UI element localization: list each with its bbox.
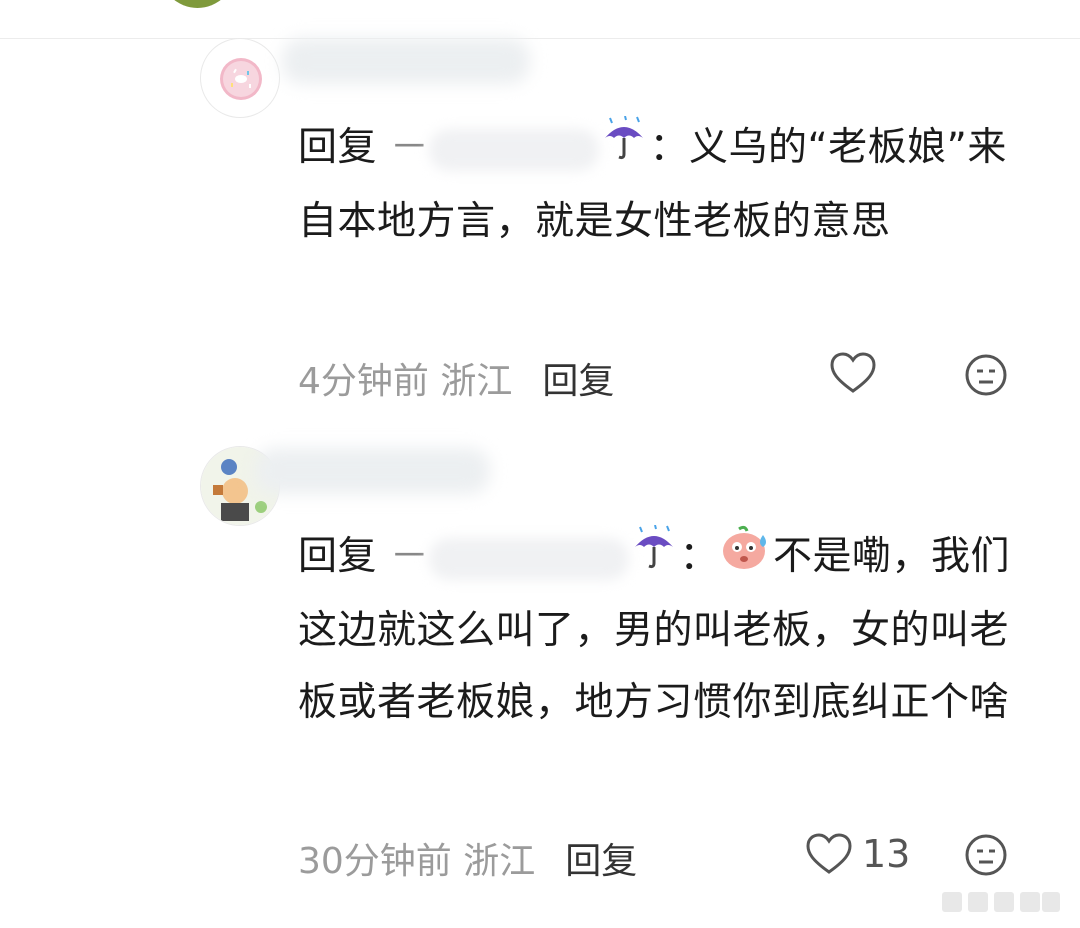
heart-outline-icon: [830, 352, 876, 393]
avatar[interactable]: [200, 38, 280, 118]
react-button[interactable]: [965, 834, 1007, 876]
divider: [0, 38, 1080, 39]
comment-reply-text: 回复 －：义乌的“老板娘”来自本地方言，就是女性老板的意思: [298, 112, 1043, 258]
reply-button[interactable]: 回复: [565, 841, 637, 882]
mentioned-user-redacted[interactable]: [429, 128, 600, 171]
watermark-logo: [942, 892, 1060, 912]
like-button[interactable]: 13: [806, 832, 910, 876]
sweat-face-emoji: [721, 523, 771, 595]
comment-meta: 4分钟前 浙江 回复: [298, 361, 615, 402]
mentioned-user-redacted[interactable]: [429, 537, 630, 580]
previous-comment-avatar[interactable]: [160, 0, 235, 8]
like-button[interactable]: [830, 352, 886, 394]
umbrella-rain-emoji: [631, 523, 677, 595]
like-count: 13: [862, 832, 911, 876]
comment-reply-text: 回复 －：不是嘞，我们这边就这么叫了，男的叫老板，女的叫老板或者老板娘，地方习惯…: [298, 521, 1043, 739]
react-button[interactable]: [965, 354, 1007, 396]
comment-meta: 30分钟前 浙江 回复: [298, 841, 638, 882]
reply-button[interactable]: 回复: [542, 361, 614, 402]
heart-outline-icon: [806, 833, 852, 874]
umbrella-rain-emoji: [601, 114, 647, 186]
username-redacted[interactable]: [282, 38, 530, 84]
neutral-face-icon: [965, 834, 1007, 876]
donut-avatar-icon: [220, 58, 262, 100]
username-redacted[interactable]: [255, 448, 490, 494]
neutral-face-icon: [965, 354, 1007, 396]
